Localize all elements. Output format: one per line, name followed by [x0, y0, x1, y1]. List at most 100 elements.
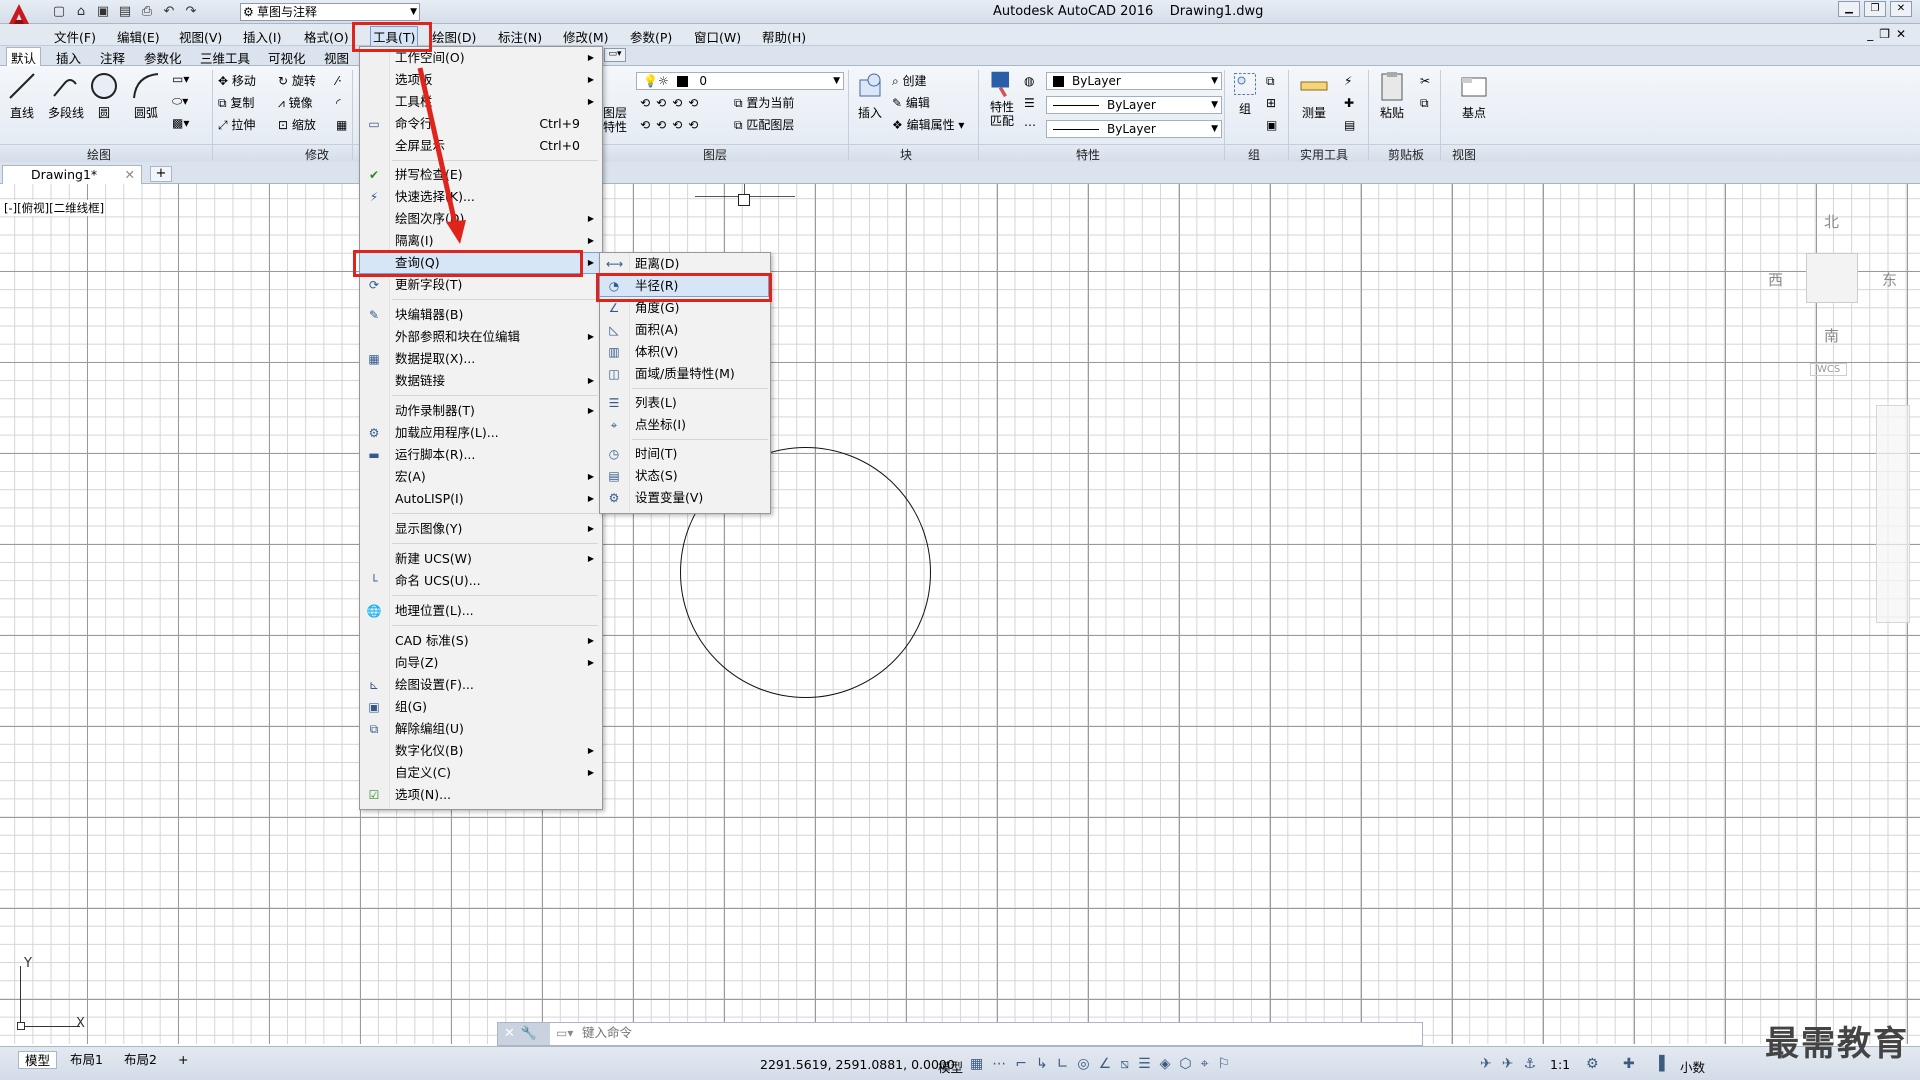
layout-tab-layout1[interactable]: 布局1 [64, 1051, 109, 1069]
annotation-icons[interactable]: ✈✈⚓ [1480, 1056, 1546, 1072]
menu-item-command-line[interactable]: ▭ 命令行 Ctrl+9 [360, 114, 600, 134]
clipboard-panel-title[interactable]: 剪贴板 [1388, 146, 1424, 163]
viewcube-north[interactable]: 北 [1824, 211, 1839, 232]
linetype-dropdown[interactable]: ByLayer ▼ [1046, 96, 1222, 114]
drafting-settings-icons[interactable]: ▦⋯⌐↳∟◎∠⧅☰◈⬡⌖⚐ [970, 1056, 1239, 1072]
tab-visualize[interactable]: 可视化 [268, 48, 306, 67]
menu-dimension[interactable]: 标注(N) [498, 27, 542, 46]
new-tab-button[interactable]: + [150, 166, 172, 182]
color-wheel-icon[interactable]: ◍ [1024, 72, 1034, 90]
menu-item-time[interactable]: ◷ 时间(T) [600, 444, 768, 464]
menu-parametric[interactable]: 参数(P) [630, 27, 672, 46]
menu-item-autolisp[interactable]: AutoLISP(I) ▶ [360, 489, 600, 509]
drawing-canvas[interactable] [0, 184, 1920, 1044]
menu-item-action-recorder[interactable]: 动作录制器(T) ▶ [360, 401, 600, 421]
menu-draw[interactable]: 绘图(D) [432, 27, 476, 46]
copy-button[interactable]: ⧉ 复制 [218, 94, 254, 112]
menu-item-palettes[interactable]: 选项板 ▶ [360, 70, 600, 90]
menu-edit[interactable]: 编辑(E) [117, 27, 160, 46]
file-tab-drawing1[interactable]: Drawing1* ✕ [2, 165, 142, 184]
tab-annotate[interactable]: 注释 [100, 48, 125, 67]
lineweight-dropdown[interactable]: ByLayer ▼ [1046, 120, 1222, 138]
linetype-icon[interactable]: ⋯ [1024, 116, 1036, 134]
save-icon[interactable]: ▣ [94, 3, 112, 21]
move-button[interactable]: ✥ 移动 [218, 72, 256, 90]
annotation-scale[interactable]: 1:1 [1550, 1057, 1570, 1072]
layer-properties-button[interactable]: 图层 特性 [600, 70, 630, 134]
menu-item-volume[interactable]: ▥ 体积(V) [600, 342, 768, 362]
save-as-icon[interactable]: ▤ [116, 3, 134, 21]
menu-item-set-variable[interactable]: ⚙ 设置变量(V) [600, 488, 768, 508]
menu-item-data-extraction[interactable]: ▦ 数据提取(X)... [360, 349, 600, 369]
menu-item-area[interactable]: ◺ 面积(A) [600, 320, 768, 340]
array-icon[interactable]: ▦ [336, 116, 347, 134]
calculator-icon[interactable]: ▤ [1344, 116, 1355, 134]
menu-item-id-point[interactable]: ⌖ 点坐标(I) [600, 415, 768, 435]
edit-attributes-button[interactable]: ❖ 编辑属性 ▾ [892, 116, 964, 134]
base-view-button[interactable]: 基点 [1456, 70, 1492, 121]
measure-button[interactable]: 测量 [1296, 70, 1332, 121]
viewcube[interactable]: 北 西 东 南 WCS [1760, 205, 1900, 385]
model-space-toggle[interactable]: 模型 [938, 1057, 963, 1076]
line-button[interactable]: 直线 [4, 70, 40, 121]
layers-panel-title[interactable]: 图层 [703, 146, 727, 163]
layer-dropdown[interactable]: 💡☼ 0 ▼ [636, 72, 844, 90]
group-select-icon[interactable]: ▣ [1266, 116, 1277, 134]
trim-icon[interactable]: ⁄· [336, 72, 342, 90]
menu-item-update-fields[interactable]: ⟳ 更新字段(T) [360, 275, 600, 295]
redo-icon[interactable]: ↷ [182, 3, 200, 21]
document-window-controls[interactable]: _❐✕ [1867, 27, 1912, 41]
fillet-icon[interactable]: ◜ [336, 94, 341, 112]
menu-view[interactable]: 视图(V) [179, 27, 222, 46]
menu-item-data-links[interactable]: 数据链接 ▶ [360, 371, 600, 391]
tab-3d-tools[interactable]: 三维工具 [200, 48, 250, 67]
menu-item-tablet[interactable]: 数字化仪(B) ▶ [360, 741, 600, 761]
match-properties-button[interactable]: 特性 匹配 [982, 70, 1022, 128]
make-current-button[interactable]: ⧉ 置为当前 [734, 94, 794, 112]
polyline-button[interactable]: 多段线 [44, 70, 88, 121]
wrench-icon[interactable]: 🔧 [521, 1026, 543, 1041]
minimize-button[interactable]: ▁ [1838, 1, 1860, 17]
units-display[interactable]: 小数 [1680, 1057, 1705, 1076]
menu-item-ungroup[interactable]: ⧉ 解除编组(U) [360, 719, 600, 739]
ribbon-minimize-button[interactable]: ▭▾ [604, 48, 626, 62]
menu-item-list[interactable]: ☰ 列表(L) [600, 393, 768, 413]
menu-insert[interactable]: 插入(I) [243, 27, 281, 46]
menu-item-draw-order[interactable]: 绘图次序(D) ▶ [360, 209, 600, 229]
group-button[interactable]: 组 [1228, 70, 1262, 117]
stretch-button[interactable]: ⤢ 拉伸 [218, 116, 255, 134]
menu-item-group[interactable]: ▣ 组(G) [360, 697, 600, 717]
lineweight-icon[interactable]: ☰ [1024, 94, 1035, 112]
menu-item-customize[interactable]: 自定义(C) ▶ [360, 763, 600, 783]
modify-panel-title[interactable]: 修改 [305, 146, 329, 163]
viewcube-west[interactable]: 西 [1768, 269, 1783, 290]
tab-parametric[interactable]: 参数化 [144, 48, 182, 67]
menu-item-display-image[interactable]: 显示图像(Y) ▶ [360, 519, 600, 539]
menu-item-named-ucs[interactable]: └ 命名 UCS(U)... [360, 571, 600, 591]
copy-clip-icon[interactable]: ⧉ [1420, 94, 1429, 112]
menu-item-spelling[interactable]: ✔ 拼写检查(E) [360, 165, 600, 185]
viewcube-east[interactable]: 东 [1882, 269, 1897, 290]
ellipse-icon[interactable]: ⬭▾ [172, 92, 188, 110]
properties-panel-title[interactable]: 特性 [1076, 146, 1100, 163]
insert-block-button[interactable]: 插入 [852, 70, 888, 121]
viewcube-top-face[interactable] [1806, 253, 1858, 303]
tab-view[interactable]: 视图 [324, 48, 349, 67]
close-tab-icon[interactable]: ✕ [125, 166, 135, 183]
arc-button[interactable]: 圆弧 [128, 70, 164, 121]
utilities-panel-title[interactable]: 实用工具 [1300, 146, 1348, 163]
block-panel-title[interactable]: 块 [900, 146, 912, 163]
viewport-controls[interactable]: [-][俯视][二维线框] [4, 200, 105, 216]
menu-item-load-application[interactable]: ⚙ 加载应用程序(L)... [360, 423, 600, 443]
edit-block-button[interactable]: ✎ 编辑 [892, 94, 930, 112]
view-panel-title[interactable]: 视图 [1452, 146, 1476, 163]
close-icon[interactable]: ✕ [504, 1026, 521, 1041]
menu-item-isolate[interactable]: 隔离(I) ▶ [360, 231, 600, 251]
menu-item-cad-standards[interactable]: CAD 标准(S) ▶ [360, 631, 600, 651]
menu-item-options[interactable]: ☑ 选项(N)... [360, 785, 600, 805]
menu-item-run-script[interactable]: ▬ 运行脚本(R)... [360, 445, 600, 465]
layout-tab-layout2[interactable]: 布局2 [118, 1051, 163, 1069]
point-icon[interactable]: ✚ [1344, 94, 1354, 112]
print-icon[interactable]: ⎙ [138, 3, 156, 21]
workspace-select[interactable]: ⚙ 草图与注释 ▼ [240, 3, 420, 21]
